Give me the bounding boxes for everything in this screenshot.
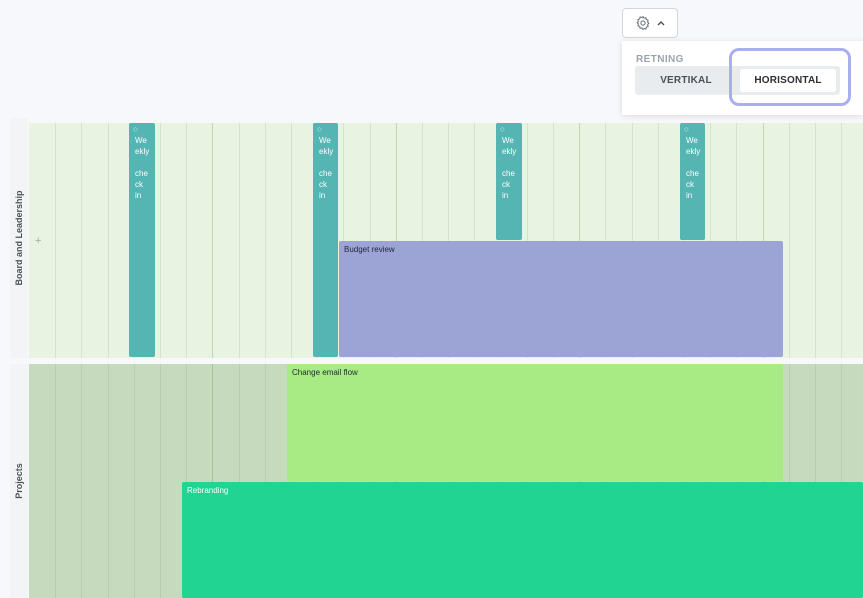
add-icon[interactable]: +	[35, 235, 41, 247]
timeline: Board and Leadership Projects + ◇ We ekl…	[0, 118, 863, 598]
grid-line	[55, 364, 56, 598]
row-header-projects: Projects	[10, 364, 28, 598]
grid-line	[108, 364, 109, 598]
grid-line	[815, 123, 816, 358]
horizontal-option[interactable]: HORISONTAL	[740, 69, 836, 92]
event-weekly-checkin[interactable]: ◇ We ekly che ck in	[496, 123, 522, 240]
event-weekly-checkin[interactable]: ◇ We ekly che ck in	[680, 123, 705, 240]
grid-line	[108, 123, 109, 358]
orientation-toggle: VERTIKAL HORISONTAL	[635, 66, 840, 95]
event-weekly-checkin[interactable]: ◇ We ekly che ck in	[313, 123, 338, 357]
event-change-email-flow[interactable]: Change email flow	[287, 364, 783, 481]
event-indicator-icon: ◇	[500, 127, 505, 133]
row-label-board: Board and Leadership	[14, 190, 24, 286]
grid-line	[160, 123, 161, 358]
grid-line	[81, 123, 82, 358]
grid-line	[160, 364, 161, 598]
event-title: Rebranding	[187, 486, 229, 495]
orientation-popover: RETNING VERTIKAL HORISONTAL	[622, 41, 863, 115]
grid-line	[841, 123, 842, 358]
event-budget-review[interactable]: Budget review	[339, 241, 783, 357]
event-weekly-checkin[interactable]: ◇ We ekly che ck in	[129, 123, 155, 357]
grid-line	[55, 123, 56, 358]
direction-label: RETNING	[636, 54, 684, 65]
grid-line	[186, 123, 187, 358]
grid-line	[134, 364, 135, 598]
event-rebranding[interactable]: Rebranding	[182, 482, 863, 598]
event-indicator-icon: ◇	[684, 127, 689, 133]
settings-button[interactable]	[622, 8, 678, 38]
grid-line	[239, 123, 240, 358]
event-title: Change email flow	[292, 368, 358, 377]
event-title: We ekly che ck in	[319, 136, 334, 200]
row-header-board: Board and Leadership	[10, 118, 28, 358]
event-indicator-icon: ◇	[133, 127, 138, 133]
event-title: We ekly che ck in	[502, 136, 517, 200]
event-indicator-icon: ◇	[317, 127, 322, 133]
grid-line	[81, 364, 82, 598]
row-label-projects: Projects	[14, 463, 24, 499]
grid-line	[789, 123, 790, 358]
grid-line	[212, 123, 213, 358]
grid-line	[265, 123, 266, 358]
chevron-up-icon	[657, 20, 665, 26]
event-title: Budget review	[344, 245, 395, 254]
grid-line	[291, 123, 292, 358]
vertical-option[interactable]: VERTIKAL	[635, 66, 737, 95]
event-title: We ekly che ck in	[135, 136, 150, 200]
gear-icon	[635, 15, 651, 31]
event-title: We ekly che ck in	[686, 136, 701, 200]
